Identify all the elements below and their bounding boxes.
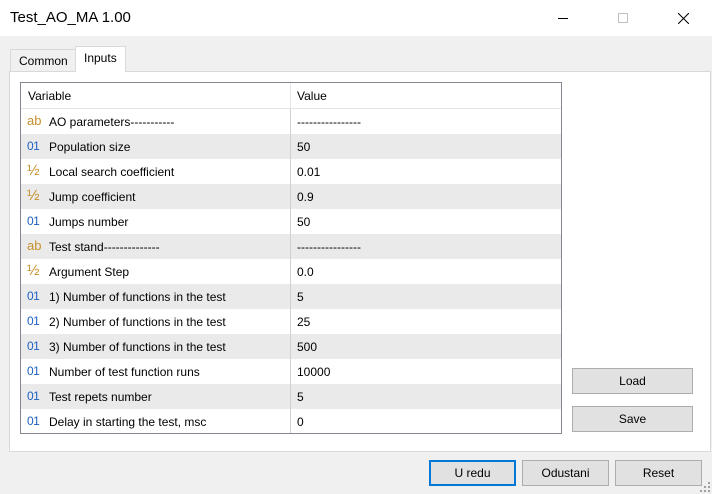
- value-cell[interactable]: 10000: [297, 365, 330, 379]
- value-cell[interactable]: 500: [297, 340, 317, 354]
- variable-name: 1) Number of functions in the test: [49, 290, 226, 304]
- integer-type-icon: 01: [27, 139, 40, 153]
- integer-type-icon: 01: [27, 414, 40, 428]
- double-type-icon: ½: [27, 187, 40, 204]
- maximize-button: [600, 0, 646, 36]
- column-header-value[interactable]: Value: [297, 83, 327, 109]
- value-cell[interactable]: 0: [297, 415, 304, 429]
- value-cell[interactable]: ----------------: [297, 240, 361, 254]
- grid-row[interactable]: 01 Delay in starting the test, msc 0: [21, 409, 561, 433]
- variable-name: Argument Step: [49, 265, 130, 279]
- value-cell[interactable]: 25: [297, 315, 310, 329]
- grid-row[interactable]: ½ Argument Step 0.0: [21, 259, 561, 284]
- grid-row[interactable]: 01 2) Number of functions in the test 25: [21, 309, 561, 334]
- tab-inputs[interactable]: Inputs: [75, 46, 126, 72]
- value-cell[interactable]: 5: [297, 390, 304, 404]
- variable-name: 3) Number of functions in the test: [49, 340, 226, 354]
- maximize-icon: [618, 13, 628, 23]
- save-button[interactable]: Save: [572, 406, 693, 432]
- double-type-icon: ½: [27, 262, 40, 279]
- variable-name: Population size: [49, 140, 131, 154]
- inputs-grid: Variable Value ab AO parameters----------…: [20, 82, 562, 434]
- variable-name: Test repets number: [49, 390, 152, 404]
- grid-row[interactable]: 01 Test repets number 5: [21, 384, 561, 409]
- value-cell[interactable]: 50: [297, 140, 310, 154]
- integer-type-icon: 01: [27, 389, 40, 403]
- grid-row[interactable]: 01 3) Number of functions in the test 500: [21, 334, 561, 359]
- minimize-icon: [558, 18, 568, 19]
- load-button[interactable]: Load: [572, 368, 693, 394]
- grid-row[interactable]: ab Test stand-------------- --------------…: [21, 234, 561, 259]
- ok-button[interactable]: U redu: [429, 460, 516, 486]
- value-cell[interactable]: ----------------: [297, 115, 361, 129]
- grid-row[interactable]: 01 Population size 50: [21, 134, 561, 159]
- value-cell[interactable]: 0.0: [297, 265, 314, 279]
- grid-row[interactable]: 01 Number of test function runs 10000: [21, 359, 561, 384]
- variable-name: 2) Number of functions in the test: [49, 315, 226, 329]
- variable-name: Jump coefficient: [49, 190, 136, 204]
- column-header-variable[interactable]: Variable: [21, 83, 291, 109]
- grid-row[interactable]: ½ Jump coefficient 0.9: [21, 184, 561, 209]
- variable-name: Delay in starting the test, msc: [49, 415, 207, 429]
- grid-header: Variable Value: [21, 83, 561, 109]
- integer-type-icon: 01: [27, 364, 40, 378]
- variable-name: Local search coefficient: [49, 165, 175, 179]
- value-cell[interactable]: 5: [297, 290, 304, 304]
- integer-type-icon: 01: [27, 314, 40, 328]
- cancel-button[interactable]: Odustani: [522, 460, 609, 486]
- variable-name: Test stand--------------: [49, 240, 160, 254]
- integer-type-icon: 01: [27, 214, 40, 228]
- close-button[interactable]: [660, 0, 706, 36]
- string-type-icon: ab: [27, 238, 42, 253]
- double-type-icon: ½: [27, 162, 40, 179]
- grid-row[interactable]: ½ Local search coefficient 0.01: [21, 159, 561, 184]
- variable-name: Jumps number: [49, 215, 129, 229]
- title-bar: Test_AO_MA 1.00: [0, 0, 712, 36]
- value-cell[interactable]: 0.9: [297, 190, 314, 204]
- grid-row[interactable]: 01 1) Number of functions in the test 5: [21, 284, 561, 309]
- integer-type-icon: 01: [27, 339, 40, 353]
- string-type-icon: ab: [27, 113, 42, 128]
- grid-row[interactable]: 01 Jumps number 50: [21, 209, 561, 234]
- variable-name: AO parameters-----------: [49, 115, 175, 129]
- variable-name: Number of test function runs: [49, 365, 200, 379]
- integer-type-icon: 01: [27, 289, 40, 303]
- window-title: Test_AO_MA 1.00: [10, 9, 131, 26]
- grid-row[interactable]: ab AO parameters----------- --------------…: [21, 109, 561, 134]
- resize-grip-icon[interactable]: [700, 482, 710, 492]
- value-cell[interactable]: 0.01: [297, 165, 320, 179]
- close-icon: [677, 12, 689, 24]
- minimize-button[interactable]: [540, 0, 586, 36]
- reset-button[interactable]: Reset: [615, 460, 702, 486]
- value-cell[interactable]: 50: [297, 215, 310, 229]
- tab-common[interactable]: Common: [10, 49, 77, 71]
